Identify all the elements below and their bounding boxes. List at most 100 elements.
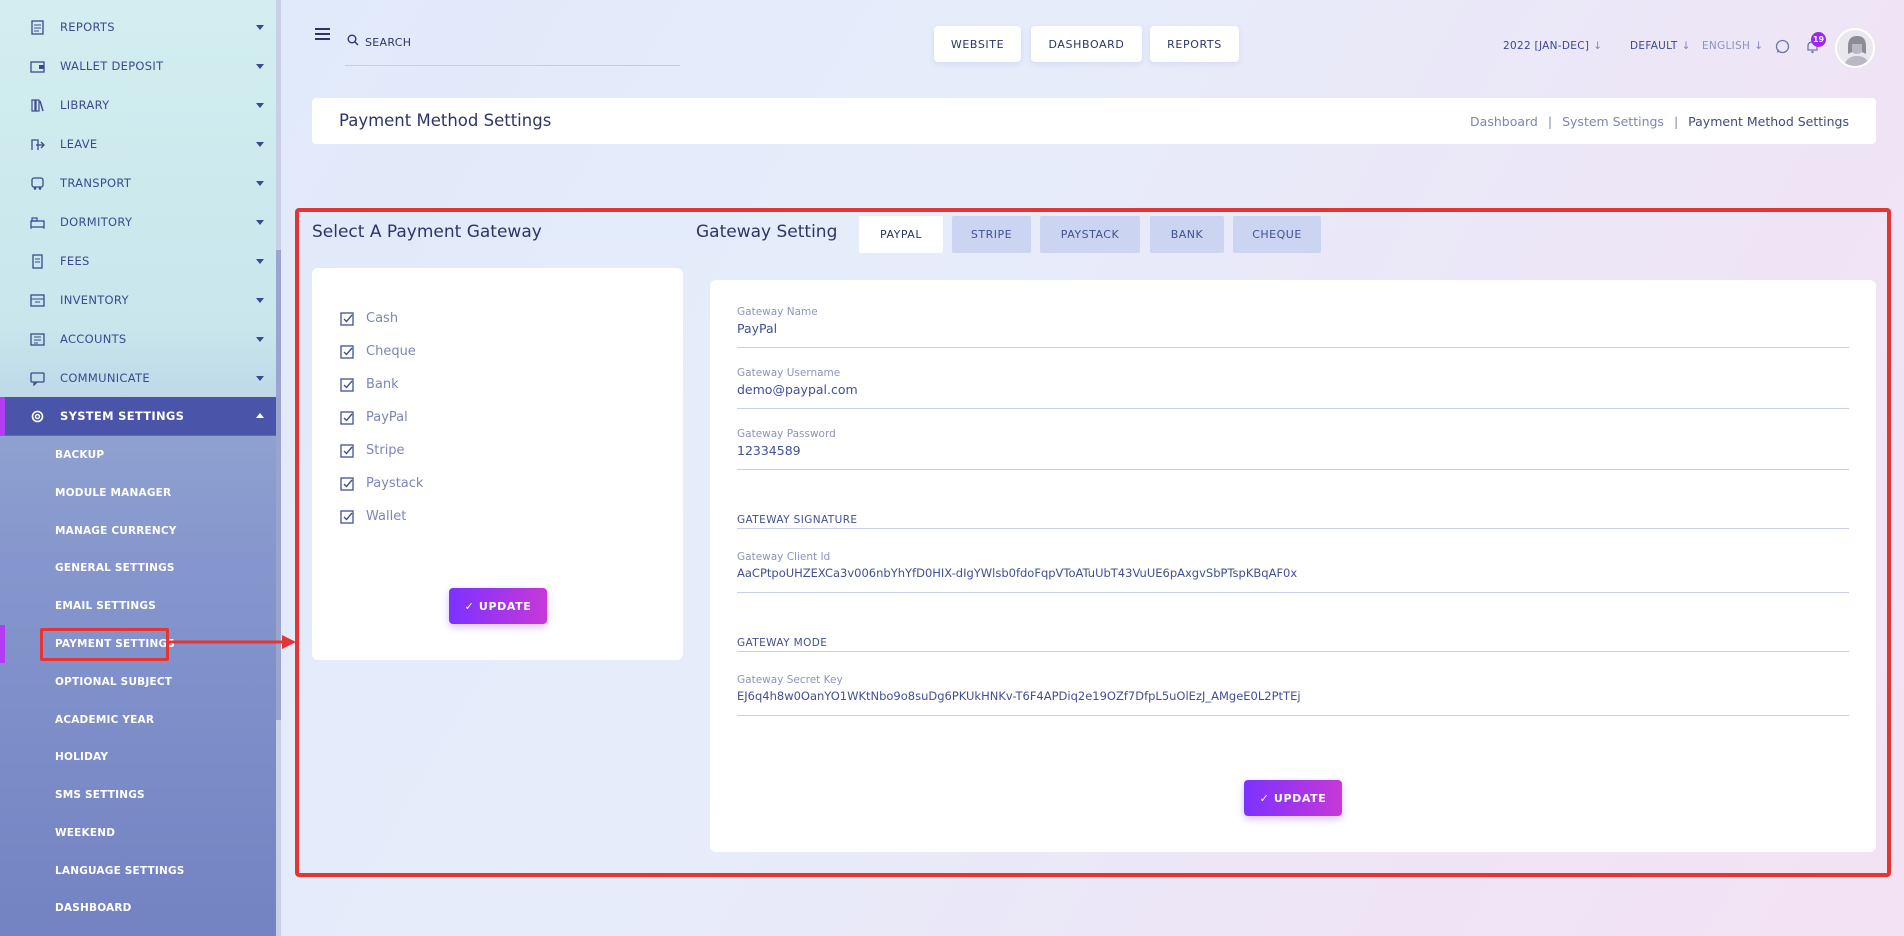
- sidebar-item-label: COMMUNICATE: [60, 371, 150, 385]
- gateway-password-field[interactable]: Gateway Password 12334589: [737, 428, 1849, 470]
- gateway-password-value[interactable]: 12334589: [737, 443, 801, 458]
- gateway-client-id-field[interactable]: Gateway Client Id AaCPtpoUHZEXCa3v006nbY…: [737, 551, 1849, 593]
- language-select[interactable]: ENGLISH ↓: [1702, 40, 1763, 52]
- submenu-item-language-settings[interactable]: LANGUAGE SETTINGS: [55, 865, 185, 877]
- gateway-option-bank[interactable]: Bank: [340, 377, 399, 392]
- search-input[interactable]: [365, 30, 665, 54]
- style-value: DEFAULT: [1630, 40, 1678, 52]
- active-indicator: [0, 625, 5, 663]
- gateway-username-field[interactable]: Gateway Username demo@paypal.com: [737, 367, 1849, 409]
- gateway-option-cash[interactable]: Cash: [340, 311, 398, 326]
- communicate-icon: [30, 372, 45, 386]
- tab-stripe[interactable]: STRIPE: [952, 216, 1031, 253]
- submenu-item-weekend[interactable]: WEEKEND: [55, 827, 115, 839]
- submenu-item-dashboard[interactable]: DASHBOARD: [55, 902, 132, 914]
- sidebar-item-reports[interactable]: REPORTS: [0, 8, 281, 47]
- submenu-item-email-settings[interactable]: EMAIL SETTINGS: [55, 600, 156, 612]
- tab-paypal[interactable]: PAYPAL: [859, 216, 943, 253]
- caret-down-icon: [256, 259, 264, 264]
- avatar[interactable]: [1835, 28, 1875, 68]
- gateway-option-cheque[interactable]: Cheque: [340, 344, 416, 359]
- sidebar-item-label: TRANSPORT: [60, 176, 132, 190]
- checkbox-checked-icon[interactable]: [340, 311, 354, 326]
- sidebar-item-library[interactable]: LIBRARY: [0, 86, 281, 125]
- gateway-option-paypal[interactable]: PayPal: [340, 410, 408, 425]
- sidebar-item-fees[interactable]: FEES: [0, 242, 281, 281]
- breadcrumb-dashboard[interactable]: Dashboard: [1470, 114, 1538, 129]
- sidebar-item-inventory[interactable]: INVENTORY: [0, 281, 281, 320]
- annotation-arrow: [168, 635, 296, 649]
- submenu-item-general-settings[interactable]: GENERAL SETTINGS: [55, 562, 175, 574]
- submenu-item-optional-subject[interactable]: OPTIONAL SUBJECT: [55, 676, 172, 688]
- update-gateways-button[interactable]: ✓ UPDATE: [449, 588, 547, 624]
- gateway-secret-key-value[interactable]: EJ6q4h8w0OanYO1WKtNbo9o8suDg6PKUkHNKv-T6…: [737, 689, 1301, 703]
- gateway-option-label: Paystack: [366, 476, 424, 491]
- gateway-option-label: Wallet: [366, 509, 407, 524]
- sidebar-item-label: WALLET DEPOSIT: [60, 59, 164, 73]
- user-avatar-icon: [1843, 36, 1871, 66]
- sidebar-item-leave[interactable]: LEAVE: [0, 125, 281, 164]
- dashboard-button[interactable]: DASHBOARD: [1031, 26, 1142, 62]
- breadcrumb-system-settings[interactable]: System Settings: [1562, 114, 1664, 129]
- gateway-select-card: Cash Cheque Bank PayPal Stripe Paystack …: [312, 268, 683, 660]
- tab-paystack[interactable]: PAYSTACK: [1040, 216, 1140, 253]
- gateway-client-id-value[interactable]: AaCPtpoUHZEXCa3v006nbYhYfD0HIX-dIgYWlsb0…: [737, 566, 1297, 580]
- sidebar-scrollbar[interactable]: [276, 0, 281, 936]
- checkbox-checked-icon[interactable]: [340, 344, 354, 359]
- checkbox-checked-icon[interactable]: [340, 410, 354, 425]
- reports-button[interactable]: REPORTS: [1150, 26, 1239, 62]
- checkbox-checked-icon[interactable]: [340, 476, 354, 491]
- checkbox-checked-icon[interactable]: [340, 443, 354, 458]
- style-select[interactable]: DEFAULT ↓: [1630, 40, 1691, 52]
- sidebar-item-label: REPORTS: [60, 20, 115, 34]
- checkbox-checked-icon[interactable]: [340, 377, 354, 392]
- website-button[interactable]: WEBSITE: [934, 26, 1021, 62]
- submenu-item-backup[interactable]: BACKUP: [55, 449, 104, 461]
- sidebar-item-system-settings[interactable]: SYSTEM SETTINGS: [0, 397, 281, 436]
- fees-icon: [32, 254, 43, 269]
- inventory-icon: [30, 294, 45, 307]
- gateway-secret-key-field[interactable]: Gateway Secret Key EJ6q4h8w0OanYO1WKtNbo…: [737, 674, 1849, 716]
- arrow-down-icon: ↓: [1681, 40, 1691, 52]
- submenu-item-sms-settings[interactable]: SMS SETTINGS: [55, 789, 145, 801]
- menu-toggle-icon[interactable]: [315, 28, 330, 40]
- gateway-name-value[interactable]: PayPal: [737, 321, 777, 336]
- caret-up-icon: [256, 413, 264, 418]
- checkbox-checked-icon[interactable]: [340, 509, 354, 524]
- tab-bank[interactable]: BANK: [1150, 216, 1224, 253]
- sidebar-item-communicate[interactable]: COMMUNICATE: [0, 359, 281, 398]
- notification-badge: 19: [1811, 32, 1826, 47]
- caret-down-icon: [256, 337, 264, 342]
- gateway-option-stripe[interactable]: Stripe: [340, 443, 405, 458]
- sidebar-item-wallet-deposit[interactable]: WALLET DEPOSIT: [0, 47, 281, 86]
- library-icon: [31, 99, 44, 112]
- sidebar-item-label: SYSTEM SETTINGS: [60, 409, 185, 423]
- gateway-username-value[interactable]: demo@paypal.com: [737, 382, 858, 397]
- submenu-item-academic-year[interactable]: ACADEMIC YEAR: [55, 714, 154, 726]
- search-bar: [345, 30, 680, 66]
- language-value: ENGLISH: [1702, 40, 1751, 52]
- gateway-mode-heading: GATEWAY MODE: [737, 637, 1849, 652]
- tab-cheque[interactable]: CHEQUE: [1233, 216, 1321, 253]
- field-label: Gateway Name: [737, 306, 818, 318]
- gateway-name-field[interactable]: Gateway Name PayPal: [737, 306, 1849, 348]
- sidebar-item-accounts[interactable]: ACCOUNTS: [0, 320, 281, 359]
- session-select[interactable]: 2022 [JAN-DEC] ↓: [1503, 40, 1602, 52]
- breadcrumb-separator: |: [1547, 114, 1553, 129]
- update-gateway-settings-button[interactable]: ✓ UPDATE: [1244, 780, 1342, 816]
- field-label: Gateway Username: [737, 367, 841, 379]
- leave-icon: [31, 139, 45, 150]
- sidebar-item-label: DORMITORY: [60, 215, 133, 229]
- submenu-item-manage-currency[interactable]: MANAGE CURRENCY: [55, 525, 177, 537]
- submenu-item-module-manager[interactable]: MODULE MANAGER: [55, 487, 171, 499]
- field-label: Gateway Password: [737, 428, 836, 440]
- select-gateway-title: Select A Payment Gateway: [312, 222, 542, 242]
- whatsapp-icon[interactable]: [1775, 39, 1790, 54]
- gateway-option-wallet[interactable]: Wallet: [340, 509, 406, 524]
- gateway-option-paystack[interactable]: Paystack: [340, 476, 423, 491]
- sidebar-item-transport[interactable]: TRANSPORT: [0, 164, 281, 203]
- submenu-item-holiday[interactable]: HOLIDAY: [55, 751, 108, 763]
- field-label: Gateway Client Id: [737, 551, 831, 563]
- sidebar-item-dormitory[interactable]: DORMITORY: [0, 203, 281, 242]
- gateway-setting-title: Gateway Setting: [696, 222, 838, 242]
